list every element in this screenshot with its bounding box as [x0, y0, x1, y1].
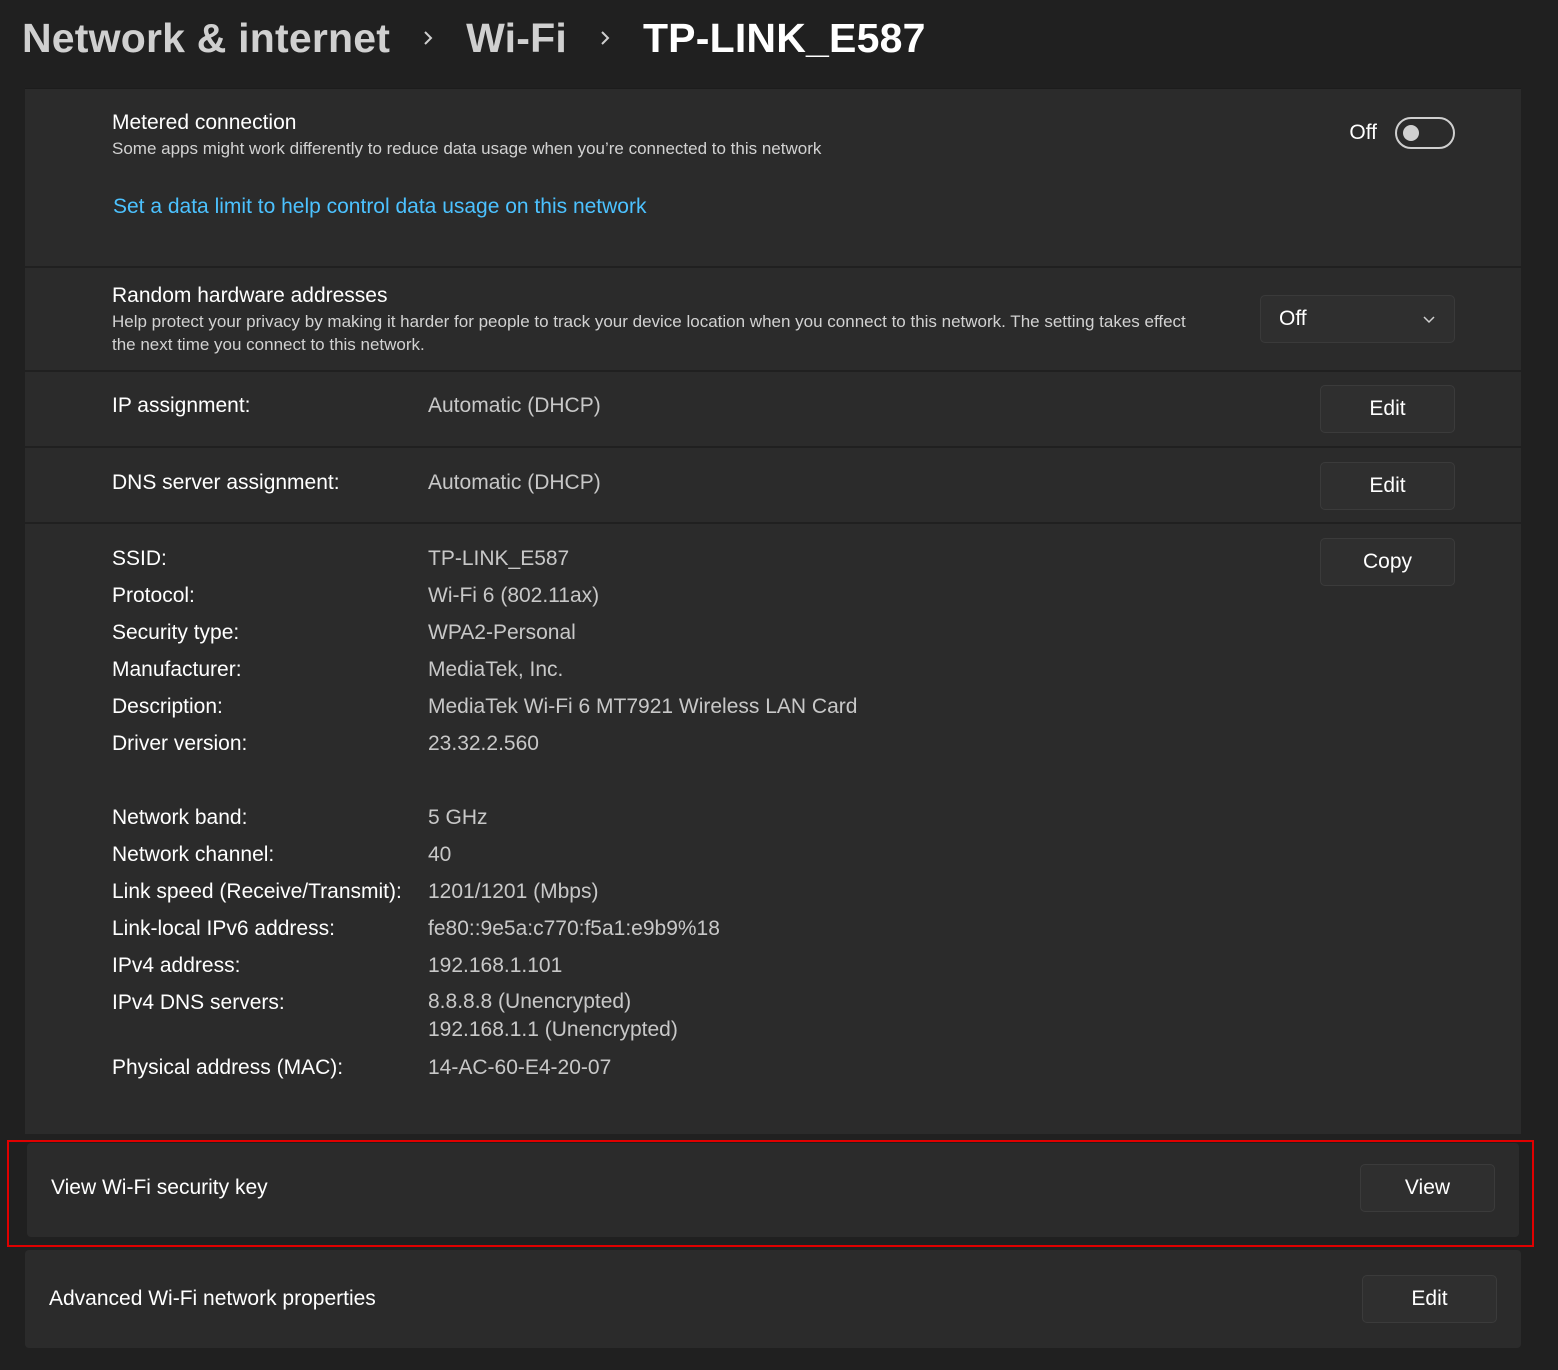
chevron-right-icon: [420, 30, 436, 46]
property-value: MediaTek Wi-Fi 6 MT7921 Wireless LAN Car…: [428, 695, 858, 718]
data-limit-link[interactable]: Set a data limit to help control data us…: [113, 195, 646, 219]
advanced-properties-card: Advanced Wi-Fi network properties Edit: [25, 1250, 1521, 1348]
property-ipv4-address: IPv4 address: 192.168.1.101: [112, 947, 1012, 984]
dns-edit-button[interactable]: Edit: [1320, 462, 1455, 510]
property-driver-version: Driver version: 23.32.2.560: [112, 725, 1012, 762]
copy-button[interactable]: Copy: [1320, 538, 1455, 586]
chevron-down-icon: [1423, 316, 1435, 324]
property-value: Wi-Fi 6 (802.11ax): [428, 584, 600, 607]
property-value: 14-AC-60-E4-20-07: [428, 1056, 612, 1079]
property-ipv6-address: Link-local IPv6 address: fe80::9e5a:c770…: [112, 910, 1012, 947]
ip-assignment-label: IP assignment:: [112, 394, 251, 417]
breadcrumb: Network & internet Wi-Fi TP-LINK_E587: [22, 10, 926, 66]
dns-assignment-card: DNS server assignment: Automatic (DHCP) …: [25, 448, 1521, 522]
ip-assignment-card: IP assignment: Automatic (DHCP) Edit: [25, 372, 1521, 446]
property-label: SSID:: [112, 547, 167, 570]
network-properties-card: Copy SSID: TP-LINK_E587 Protocol: Wi-Fi …: [25, 524, 1521, 1134]
chevron-right-icon: [597, 30, 613, 46]
toggle-knob: [1403, 125, 1419, 141]
properties-list: SSID: TP-LINK_E587 Protocol: Wi-Fi 6 (80…: [112, 540, 1012, 1086]
property-security-type: Security type: WPA2-Personal: [112, 614, 1012, 651]
property-value: TP-LINK_E587: [428, 547, 570, 570]
breadcrumb-network-internet[interactable]: Network & internet: [22, 15, 390, 62]
ip-assignment-value: Automatic (DHCP): [428, 394, 601, 417]
dns-assignment-value: Automatic (DHCP): [428, 471, 601, 494]
random-hardware-description: Help protect your privacy by making it h…: [112, 312, 1186, 354]
settings-page: Network & internet Wi-Fi TP-LINK_E587 Me…: [0, 0, 1558, 1370]
property-protocol: Protocol: Wi-Fi 6 (802.11ax): [112, 577, 1012, 614]
dropdown-selected-value: Off: [1279, 307, 1307, 330]
property-network-channel: Network channel: 40: [112, 836, 1012, 873]
dns-server-primary: 8.8.8.8 (Unencrypted): [428, 990, 632, 1013]
property-label: Link speed (Receive/Transmit):: [112, 880, 402, 903]
metered-connection-description: Some apps might work differently to redu…: [112, 139, 822, 158]
property-network-band: Network band: 5 GHz: [112, 799, 1012, 836]
metered-connection-toggle[interactable]: [1395, 117, 1455, 149]
breadcrumb-wifi[interactable]: Wi-Fi: [466, 15, 567, 62]
property-value: 5 GHz: [428, 806, 488, 829]
metered-toggle-state: Off: [1349, 121, 1377, 144]
property-label: Network channel:: [112, 843, 275, 866]
property-value: MediaTek, Inc.: [428, 658, 564, 681]
property-link-speed: Link speed (Receive/Transmit): 1201/1201…: [112, 873, 1012, 910]
property-value: 40: [428, 843, 452, 866]
property-manufacturer: Manufacturer: MediaTek, Inc.: [112, 651, 1012, 688]
property-mac-address: Physical address (MAC): 14-AC-60-E4-20-0…: [112, 1049, 1012, 1086]
property-label: Physical address (MAC):: [112, 1056, 344, 1079]
property-value: fe80::9e5a:c770:f5a1:e9b9%18: [428, 917, 720, 940]
random-hardware-card: Random hardware addresses Help protect y…: [25, 268, 1521, 370]
advanced-edit-button[interactable]: Edit: [1362, 1275, 1497, 1323]
property-value-list: 8.8.8.8 (Unencrypted) 192.168.1.1 (Unenc…: [428, 984, 678, 1049]
view-security-key-button[interactable]: View: [1360, 1164, 1495, 1212]
property-label: Protocol:: [112, 584, 195, 607]
property-value: WPA2-Personal: [428, 621, 576, 644]
property-value: 23.32.2.560: [428, 732, 539, 755]
property-label: Security type:: [112, 621, 240, 644]
dns-assignment-label: DNS server assignment:: [112, 471, 340, 494]
dns-server-secondary: 192.168.1.1 (Unencrypted): [428, 1018, 678, 1041]
security-key-title: View Wi-Fi security key: [51, 1176, 268, 1199]
metered-connection-card: Metered connection Some apps might work …: [25, 88, 1521, 266]
property-label: Network band:: [112, 806, 248, 829]
property-label: IPv4 address:: [112, 954, 241, 977]
property-description: Description: MediaTek Wi-Fi 6 MT7921 Wir…: [112, 688, 1012, 725]
property-value: 1201/1201 (Mbps): [428, 880, 599, 903]
property-ipv4-dns-servers: IPv4 DNS servers: 8.8.8.8 (Unencrypted) …: [112, 984, 1012, 1049]
random-hardware-title: Random hardware addresses: [112, 284, 388, 307]
advanced-properties-title: Advanced Wi-Fi network properties: [49, 1287, 376, 1310]
page-title: TP-LINK_E587: [642, 14, 926, 61]
property-ssid: SSID: TP-LINK_E587: [112, 540, 1012, 577]
property-label: Link-local IPv6 address:: [112, 917, 335, 940]
ip-edit-button[interactable]: Edit: [1320, 385, 1455, 433]
property-value: 192.168.1.101: [428, 954, 563, 977]
random-hardware-dropdown[interactable]: Off: [1260, 295, 1455, 343]
metered-connection-title: Metered connection: [112, 111, 297, 134]
property-label: Driver version:: [112, 732, 248, 755]
security-key-card: View Wi-Fi security key View: [27, 1143, 1519, 1237]
property-label: Manufacturer:: [112, 658, 242, 681]
property-label: Description:: [112, 695, 223, 718]
metered-toggle-group: Off: [1349, 117, 1455, 149]
property-label: IPv4 DNS servers:: [112, 991, 285, 1014]
